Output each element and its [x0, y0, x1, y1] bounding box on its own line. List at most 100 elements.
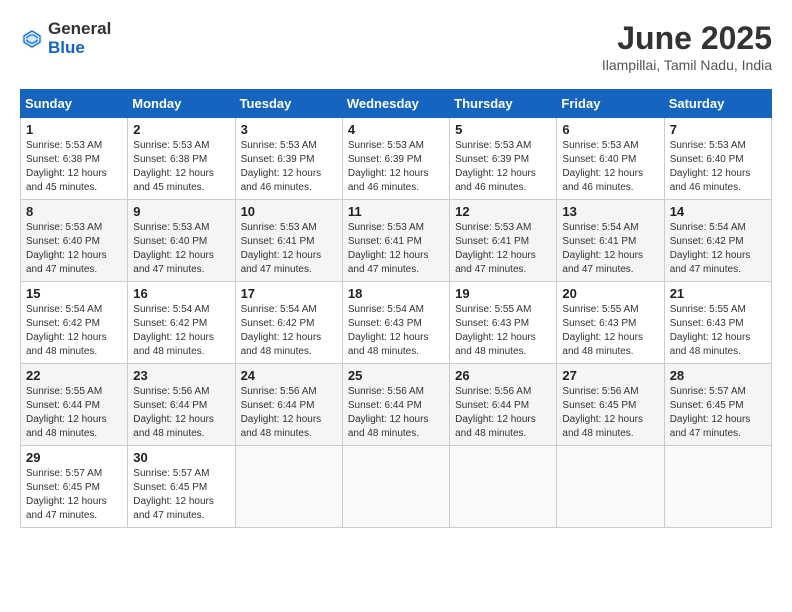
- day-info: Sunrise: 5:54 AMSunset: 6:42 PMDaylight:…: [26, 303, 122, 359]
- day-info: Sunrise: 5:53 AMSunset: 6:41 PMDaylight:…: [241, 221, 337, 277]
- day-number: 15: [26, 286, 122, 301]
- day-number: 24: [241, 368, 337, 383]
- calendar-header-tuesday: Tuesday: [235, 90, 342, 118]
- day-number: 14: [670, 204, 766, 219]
- day-number: 29: [26, 450, 122, 465]
- day-number: 11: [348, 204, 444, 219]
- day-number: 26: [455, 368, 551, 383]
- day-info: Sunrise: 5:57 AMSunset: 6:45 PMDaylight:…: [133, 467, 229, 523]
- calendar-cell: [342, 446, 449, 528]
- calendar-cell: [235, 446, 342, 528]
- calendar-cell: 27Sunrise: 5:56 AMSunset: 6:45 PMDayligh…: [557, 364, 664, 446]
- calendar-cell: 22 Sunrise: 5:55 AMSunset: 6:44 PMDayligh…: [21, 364, 128, 446]
- calendar-table: SundayMondayTuesdayWednesdayThursdayFrid…: [20, 89, 772, 528]
- day-number: 28: [670, 368, 766, 383]
- calendar-cell: 4 Sunrise: 5:53 AMSunset: 6:39 PMDaylight…: [342, 118, 449, 200]
- calendar-cell: 8 Sunrise: 5:53 AMSunset: 6:40 PMDaylight…: [21, 200, 128, 282]
- day-info: Sunrise: 5:55 AMSunset: 6:43 PMDaylight:…: [670, 303, 766, 359]
- day-number: 20: [562, 286, 658, 301]
- day-number: 25: [348, 368, 444, 383]
- day-info: Sunrise: 5:53 AMSunset: 6:40 PMDaylight:…: [26, 221, 122, 277]
- day-info: Sunrise: 5:56 AMSunset: 6:44 PMDaylight:…: [133, 385, 229, 441]
- calendar-cell: 26 Sunrise: 5:56 AMSunset: 6:44 PMDayligh…: [450, 364, 557, 446]
- day-number: 3: [241, 122, 337, 137]
- calendar-cell: 7 Sunrise: 5:53 AMSunset: 6:40 PMDaylight…: [664, 118, 771, 200]
- calendar-header-wednesday: Wednesday: [342, 90, 449, 118]
- day-number: 8: [26, 204, 122, 219]
- calendar-header-sunday: Sunday: [21, 90, 128, 118]
- day-number: 22: [26, 368, 122, 383]
- day-number: 21: [670, 286, 766, 301]
- calendar-week-4: 22 Sunrise: 5:55 AMSunset: 6:44 PMDayligh…: [21, 364, 772, 446]
- day-info: Sunrise: 5:56 AMSunset: 6:44 PMDaylight:…: [455, 385, 551, 441]
- day-number: 5: [455, 122, 551, 137]
- calendar-cell: [557, 446, 664, 528]
- calendar-cell: 11 Sunrise: 5:53 AMSunset: 6:41 PMDayligh…: [342, 200, 449, 282]
- day-info: Sunrise: 5:53 AMSunset: 6:39 PMDaylight:…: [455, 139, 551, 195]
- logo-general: General: [48, 20, 111, 39]
- calendar-cell: 15 Sunrise: 5:54 AMSunset: 6:42 PMDayligh…: [21, 282, 128, 364]
- day-info: Sunrise: 5:53 AMSunset: 6:39 PMDaylight:…: [241, 139, 337, 195]
- day-number: 4: [348, 122, 444, 137]
- day-info: Sunrise: 5:53 AMSunset: 6:41 PMDaylight:…: [455, 221, 551, 277]
- logo-blue: Blue: [48, 39, 111, 58]
- day-info: Sunrise: 5:56 AMSunset: 6:44 PMDaylight:…: [348, 385, 444, 441]
- calendar-cell: 1Sunrise: 5:53 AMSunset: 6:38 PMDaylight…: [21, 118, 128, 200]
- calendar-cell: 23 Sunrise: 5:56 AMSunset: 6:44 PMDayligh…: [128, 364, 235, 446]
- day-number: 23: [133, 368, 229, 383]
- day-info: Sunrise: 5:53 AMSunset: 6:40 PMDaylight:…: [562, 139, 658, 195]
- calendar-cell: 13Sunrise: 5:54 AMSunset: 6:41 PMDayligh…: [557, 200, 664, 282]
- calendar-cell: [664, 446, 771, 528]
- title-section: June 2025 Ilampillai, Tamil Nadu, India: [602, 20, 772, 73]
- day-number: 10: [241, 204, 337, 219]
- calendar-cell: [450, 446, 557, 528]
- calendar-cell: 18Sunrise: 5:54 AMSunset: 6:43 PMDayligh…: [342, 282, 449, 364]
- page-header: General Blue June 2025 Ilampillai, Tamil…: [20, 20, 772, 73]
- logo-icon: [20, 27, 44, 51]
- day-info: Sunrise: 5:54 AMSunset: 6:42 PMDaylight:…: [670, 221, 766, 277]
- calendar-cell: 25 Sunrise: 5:56 AMSunset: 6:44 PMDayligh…: [342, 364, 449, 446]
- calendar-cell: 24 Sunrise: 5:56 AMSunset: 6:44 PMDayligh…: [235, 364, 342, 446]
- calendar-cell: 5 Sunrise: 5:53 AMSunset: 6:39 PMDaylight…: [450, 118, 557, 200]
- day-number: 2: [133, 122, 229, 137]
- logo-text: General Blue: [48, 20, 111, 57]
- day-number: 1: [26, 122, 122, 137]
- calendar-cell: 29 Sunrise: 5:57 AMSunset: 6:45 PMDayligh…: [21, 446, 128, 528]
- day-info: Sunrise: 5:55 AMSunset: 6:43 PMDaylight:…: [455, 303, 551, 359]
- day-number: 12: [455, 204, 551, 219]
- calendar-header-row: SundayMondayTuesdayWednesdayThursdayFrid…: [21, 90, 772, 118]
- calendar-week-5: 29 Sunrise: 5:57 AMSunset: 6:45 PMDayligh…: [21, 446, 772, 528]
- day-info: Sunrise: 5:54 AMSunset: 6:42 PMDaylight:…: [241, 303, 337, 359]
- calendar-cell: 6Sunrise: 5:53 AMSunset: 6:40 PMDaylight…: [557, 118, 664, 200]
- calendar-header-friday: Friday: [557, 90, 664, 118]
- calendar-cell: 17 Sunrise: 5:54 AMSunset: 6:42 PMDayligh…: [235, 282, 342, 364]
- calendar-cell: 16Sunrise: 5:54 AMSunset: 6:42 PMDayligh…: [128, 282, 235, 364]
- day-number: 17: [241, 286, 337, 301]
- day-info: Sunrise: 5:53 AMSunset: 6:39 PMDaylight:…: [348, 139, 444, 195]
- day-info: Sunrise: 5:53 AMSunset: 6:40 PMDaylight:…: [670, 139, 766, 195]
- day-info: Sunrise: 5:56 AMSunset: 6:45 PMDaylight:…: [562, 385, 658, 441]
- day-info: Sunrise: 5:55 AMSunset: 6:44 PMDaylight:…: [26, 385, 122, 441]
- day-info: Sunrise: 5:54 AMSunset: 6:41 PMDaylight:…: [562, 221, 658, 277]
- day-info: Sunrise: 5:53 AMSunset: 6:40 PMDaylight:…: [133, 221, 229, 277]
- day-number: 30: [133, 450, 229, 465]
- day-number: 9: [133, 204, 229, 219]
- day-info: Sunrise: 5:56 AMSunset: 6:44 PMDaylight:…: [241, 385, 337, 441]
- day-info: Sunrise: 5:57 AMSunset: 6:45 PMDaylight:…: [26, 467, 122, 523]
- calendar-cell: 19 Sunrise: 5:55 AMSunset: 6:43 PMDayligh…: [450, 282, 557, 364]
- day-number: 7: [670, 122, 766, 137]
- calendar-cell: 20 Sunrise: 5:55 AMSunset: 6:43 PMDayligh…: [557, 282, 664, 364]
- calendar-cell: 30 Sunrise: 5:57 AMSunset: 6:45 PMDayligh…: [128, 446, 235, 528]
- calendar-cell: 3 Sunrise: 5:53 AMSunset: 6:39 PMDaylight…: [235, 118, 342, 200]
- calendar-cell: 9 Sunrise: 5:53 AMSunset: 6:40 PMDaylight…: [128, 200, 235, 282]
- day-info: Sunrise: 5:54 AMSunset: 6:43 PMDaylight:…: [348, 303, 444, 359]
- location: Ilampillai, Tamil Nadu, India: [602, 57, 772, 73]
- day-info: Sunrise: 5:55 AMSunset: 6:43 PMDaylight:…: [562, 303, 658, 359]
- calendar-cell: 2 Sunrise: 5:53 AMSunset: 6:38 PMDaylight…: [128, 118, 235, 200]
- day-info: Sunrise: 5:53 AMSunset: 6:38 PMDaylight:…: [133, 139, 229, 195]
- day-info: Sunrise: 5:53 AMSunset: 6:41 PMDaylight:…: [348, 221, 444, 277]
- day-number: 19: [455, 286, 551, 301]
- calendar-header-saturday: Saturday: [664, 90, 771, 118]
- calendar-week-3: 15 Sunrise: 5:54 AMSunset: 6:42 PMDayligh…: [21, 282, 772, 364]
- day-info: Sunrise: 5:57 AMSunset: 6:45 PMDaylight:…: [670, 385, 766, 441]
